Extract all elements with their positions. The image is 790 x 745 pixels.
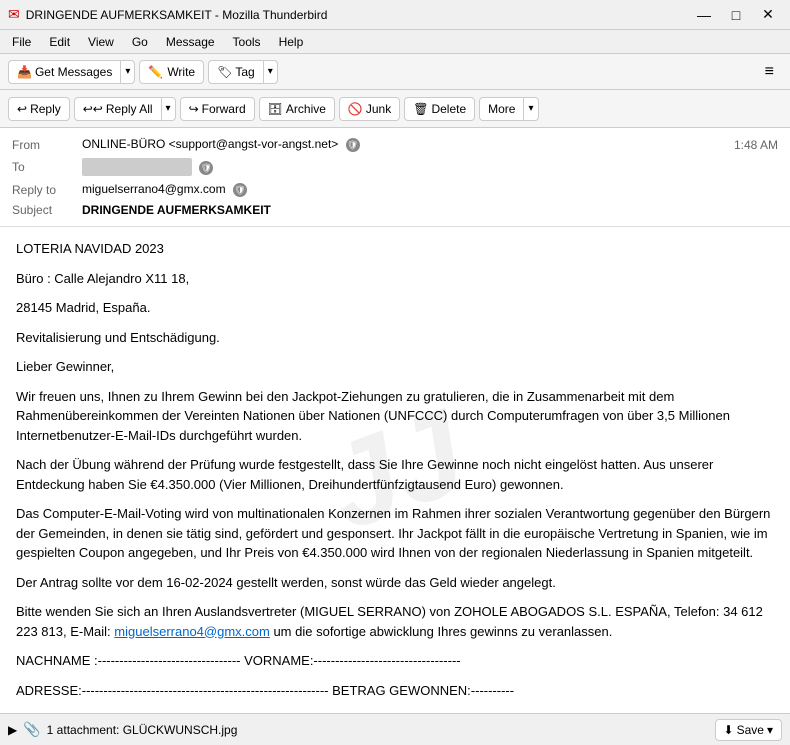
close-button[interactable]: ✕ xyxy=(754,4,782,26)
body-para3: Wir freuen uns, Ihnen zu Ihrem Gewinn be… xyxy=(16,387,774,446)
more-button[interactable]: More xyxy=(480,98,523,120)
subject-value: DRINGENDE AUFMERKSAMKEIT xyxy=(82,203,778,217)
to-label: To xyxy=(12,160,82,174)
from-row: From ONLINE-BÜRO <support@angst-vor-angs… xyxy=(12,134,778,155)
delete-button[interactable]: 🗑 Delete xyxy=(404,97,475,121)
reply-to-row: Reply to miguelserrano4@gmx.com 🛡 xyxy=(12,179,778,200)
email-body[interactable]: JJ LOTERIA NAVIDAD 2023 Büro : Calle Ale… xyxy=(0,227,790,713)
to-privacy-icon[interactable]: 🛡 xyxy=(199,161,213,175)
reply-all-dropdown[interactable]: ▾ xyxy=(161,98,175,120)
write-icon: ✏️ xyxy=(148,65,163,79)
reply-all-button[interactable]: ↩↩ Reply All xyxy=(75,98,161,120)
reply-to-value: miguelserrano4@gmx.com 🛡 xyxy=(82,182,778,197)
menu-help[interactable]: Help xyxy=(271,33,312,51)
form-line2: ADRESSE:--------------------------------… xyxy=(16,681,774,701)
body-para2: Lieber Gewinner, xyxy=(16,357,774,377)
form-line1: NACHNAME :------------------------------… xyxy=(16,651,774,671)
reply-privacy-icon[interactable]: 🛡 xyxy=(233,183,247,197)
archive-icon: 🗄 xyxy=(268,102,283,116)
menu-go[interactable]: Go xyxy=(124,33,156,51)
menu-view[interactable]: View xyxy=(80,33,122,51)
email-time: 1:48 AM xyxy=(734,138,778,152)
privacy-icon[interactable]: 🛡 xyxy=(346,138,360,152)
reply-button[interactable]: ↩ Reply xyxy=(8,97,70,121)
body-line3: 28145 Madrid, España. xyxy=(16,298,774,318)
email-header: From ONLINE-BÜRO <support@angst-vor-angs… xyxy=(0,128,790,227)
body-para5: Das Computer-E-Mail-Voting wird von mult… xyxy=(16,504,774,563)
hamburger-menu[interactable]: ≡ xyxy=(757,59,782,85)
body-para4: Nach der Übung während der Prüfung wurde… xyxy=(16,455,774,494)
body-para7: Bitte wenden Sie sich an Ihren Auslandsv… xyxy=(16,602,774,641)
save-dropdown-icon[interactable]: ▾ xyxy=(767,723,773,737)
forward-button[interactable]: ↪ Forward xyxy=(180,97,255,121)
titlebar: ✉ DRINGENDE AUFMERKSAMKEIT - Mozilla Thu… xyxy=(0,0,790,30)
form-line3: STAATSANGEHÖRIGKEIT:--------------------… xyxy=(16,710,774,713)
to-row: To ████████████ 🛡 xyxy=(12,155,778,179)
forward-icon: ↪ xyxy=(189,102,199,116)
reply-icon: ↩ xyxy=(17,102,27,116)
save-button[interactable]: ⬇ Save ▾ xyxy=(715,719,782,741)
window-title: DRINGENDE AUFMERKSAMKEIT - Mozilla Thund… xyxy=(26,8,690,22)
subject-row: Subject DRINGENDE AUFMERKSAMKEIT xyxy=(12,200,778,220)
tag-icon: 🏷 xyxy=(217,65,232,79)
tag-button[interactable]: 🏷 Tag xyxy=(209,61,263,83)
attachment-label: 1 attachment: GLÜCKWUNSCH.jpg xyxy=(47,723,238,737)
reply-to-label: Reply to xyxy=(12,183,82,197)
get-messages-split: 📥 Get Messages ▾ xyxy=(8,60,135,84)
body-line1: LOTERIA NAVIDAD 2023 xyxy=(16,239,774,259)
menu-edit[interactable]: Edit xyxy=(41,33,78,51)
expand-icon[interactable]: ▶ xyxy=(8,723,17,737)
body-line2: Büro : Calle Alejandro X11 18, xyxy=(16,269,774,289)
toolbar: 📥 Get Messages ▾ ✏️ Write 🏷 Tag ▾ ≡ xyxy=(0,54,790,90)
get-messages-label: Get Messages xyxy=(35,65,112,79)
reply-all-icon: ↩↩ xyxy=(83,102,103,116)
menu-tools[interactable]: Tools xyxy=(225,33,269,51)
window-controls: — □ ✕ xyxy=(690,4,782,26)
to-email: ████████████ xyxy=(82,158,192,176)
minimize-button[interactable]: — xyxy=(690,4,718,26)
body-para1: Revitalisierung und Entschädigung. xyxy=(16,328,774,348)
main-content: ↩ Reply ↩↩ Reply All ▾ ↪ Forward 🗄 Archi… xyxy=(0,90,790,745)
more-dropdown[interactable]: ▾ xyxy=(523,98,537,120)
menubar: File Edit View Go Message Tools Help xyxy=(0,30,790,54)
junk-icon: 🚫 xyxy=(348,102,363,116)
subject-label: Subject xyxy=(12,203,82,217)
get-messages-dropdown[interactable]: ▾ xyxy=(120,61,134,83)
more-split: More ▾ xyxy=(479,97,538,121)
statusbar: ▶ 📎 1 attachment: GLÜCKWUNSCH.jpg ⬇ Save… xyxy=(0,713,790,745)
from-label: From xyxy=(12,138,82,152)
write-button[interactable]: ✏️ Write xyxy=(139,60,204,84)
reply-all-split: ↩↩ Reply All ▾ xyxy=(74,97,176,121)
menu-file[interactable]: File xyxy=(4,33,39,51)
attachment-icon: 📎 xyxy=(23,721,40,738)
email-content: LOTERIA NAVIDAD 2023 Büro : Calle Alejan… xyxy=(16,239,774,713)
junk-button[interactable]: 🚫 Junk xyxy=(339,97,400,121)
tag-dropdown[interactable]: ▾ xyxy=(263,61,277,83)
delete-icon: 🗑 xyxy=(413,102,428,116)
tag-split: 🏷 Tag ▾ xyxy=(208,60,278,84)
email-link[interactable]: miguelserrano4@gmx.com xyxy=(114,624,270,639)
body-para6: Der Antrag sollte vor dem 16-02-2024 ges… xyxy=(16,573,774,593)
app-icon: ✉ xyxy=(8,6,20,23)
from-value: ONLINE-BÜRO <support@angst-vor-angst.net… xyxy=(82,137,734,152)
get-messages-button[interactable]: 📥 Get Messages xyxy=(9,61,120,83)
archive-button[interactable]: 🗄 Archive xyxy=(259,97,335,121)
menu-message[interactable]: Message xyxy=(158,33,223,51)
save-icon: ⬇ xyxy=(724,723,734,737)
action-bar: ↩ Reply ↩↩ Reply All ▾ ↪ Forward 🗄 Archi… xyxy=(0,90,790,128)
envelope-icon: 📥 xyxy=(17,65,32,79)
maximize-button[interactable]: □ xyxy=(722,4,750,26)
to-value: ████████████ 🛡 xyxy=(82,158,778,176)
